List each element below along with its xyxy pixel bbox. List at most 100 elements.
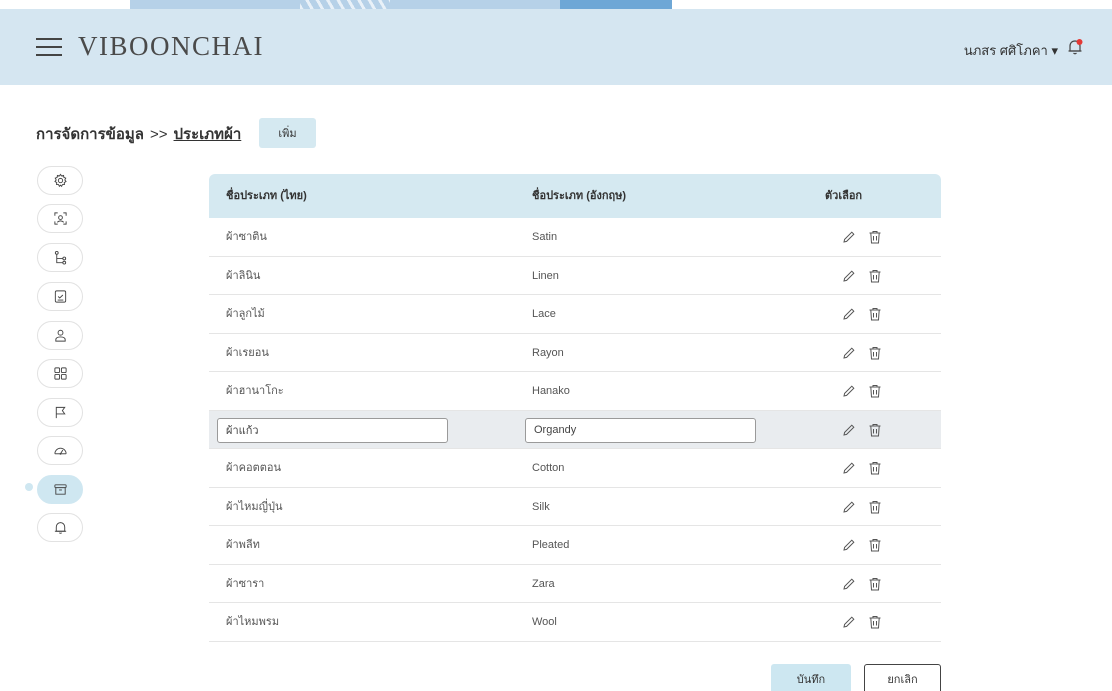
top-header: VIBOONCHAI นภสร ศศิโภคา ▾ [0, 9, 1112, 85]
sidebar-item-gauge[interactable] [37, 436, 83, 465]
save-button[interactable]: บันทึก [771, 664, 851, 691]
delete-trash-icon[interactable] [867, 537, 883, 553]
bell-icon [54, 522, 66, 534]
user-icon [54, 329, 66, 342]
sidebar-item-flag[interactable] [37, 398, 83, 427]
delete-trash-icon[interactable] [867, 460, 883, 476]
breadcrumb-separator: >> [150, 125, 168, 143]
sidebar-item-face-scan[interactable] [37, 204, 83, 233]
breadcrumb-current[interactable]: ประเภทผ้า [174, 122, 242, 146]
notification-dot [1076, 39, 1083, 45]
edit-pencil-icon[interactable] [841, 383, 857, 399]
row-actions [841, 499, 883, 515]
column-header-english-name: ชื่อประเภท (อังกฤษ) [532, 190, 627, 202]
delete-trash-icon[interactable] [867, 422, 883, 438]
cell-thai-name: ผ้าลูกไม้ [226, 308, 265, 320]
row-actions [841, 306, 883, 322]
flag-icon [55, 406, 66, 419]
banner-pattern [300, 0, 390, 9]
cell-english-name: Lace [532, 308, 556, 320]
english-name-input[interactable] [525, 417, 756, 443]
top-banner-strip [0, 0, 1112, 9]
edit-pencil-icon[interactable] [841, 345, 857, 361]
row-actions [841, 576, 883, 592]
row-actions [841, 537, 883, 553]
row-actions [841, 229, 883, 245]
delete-trash-icon[interactable] [867, 306, 883, 322]
delete-trash-icon[interactable] [867, 614, 883, 630]
row-actions [841, 383, 883, 399]
notification-bell-icon[interactable] [1066, 38, 1084, 56]
sidebar-item-settings[interactable] [37, 166, 83, 195]
table-row: ผ้าไหมญี่ปุ่น Silk [209, 488, 941, 526]
sidebar-item-checklist[interactable] [37, 282, 83, 311]
delete-trash-icon[interactable] [867, 499, 883, 515]
user-menu[interactable]: นภสร ศศิโภคา ▾ [964, 40, 1058, 61]
row-actions [841, 345, 883, 361]
add-button[interactable]: เพิ่ม [259, 118, 316, 148]
edit-pencil-icon[interactable] [841, 499, 857, 515]
table-row-editing [209, 410, 941, 449]
row-actions [841, 422, 883, 438]
settings-icon [53, 173, 67, 188]
sidebar-item-grid[interactable] [37, 359, 83, 388]
column-header-thai-name: ชื่อประเภท (ไทย) [226, 190, 307, 202]
table-header: ชื่อประเภท (ไทย) ชื่อประเภท (อังกฤษ) ตัว… [209, 174, 941, 218]
table-row: ผ้าพลีท Pleated [209, 526, 941, 565]
cell-thai-name: ผ้าซาติน [226, 231, 267, 243]
cell-thai-name: ผ้าไหมญี่ปุ่น [226, 500, 283, 513]
row-actions [841, 614, 883, 630]
cell-english-name: Hanako [532, 385, 570, 397]
thai-name-input[interactable] [217, 417, 448, 443]
active-indicator-dot [25, 483, 33, 491]
cell-thai-name: ผ้าพลีท [226, 539, 260, 551]
sidebar-item-archive[interactable] [37, 475, 83, 504]
hamburger-menu-icon[interactable] [36, 37, 62, 57]
cell-thai-name: ผ้าไหมพรม [226, 616, 280, 628]
cell-english-name: Linen [532, 269, 559, 282]
table-row: ผ้าเรยอน Rayon [209, 334, 941, 372]
breadcrumb-root[interactable]: การจัดการข้อมูล [36, 122, 144, 146]
cell-thai-name: ผ้าฮานาโกะ [226, 385, 284, 397]
delete-trash-icon[interactable] [867, 345, 883, 361]
cell-english-name: Pleated [532, 539, 570, 551]
table-body: ผ้าซาติน Satin ผ้าลินิน Linen ผ้าลูกไม้ Lace ผ… [209, 218, 941, 642]
table-row: ผ้าคอตตอน Cotton [209, 449, 941, 488]
fabric-types-table: ชื่อประเภท (ไทย) ชื่อประเภท (อังกฤษ) ตัว… [209, 174, 941, 642]
table-row: ผ้าลูกไม้ Lace [209, 295, 941, 334]
edit-pencil-icon[interactable] [841, 537, 857, 553]
cell-english-name: Cotton [532, 462, 565, 474]
sidebar-item-user[interactable] [37, 321, 83, 350]
edit-pencil-icon[interactable] [841, 460, 857, 476]
edit-pencil-icon[interactable] [841, 306, 857, 322]
cancel-button[interactable]: ยกเลิก [864, 664, 941, 691]
table-row: ผ้าลินิน Linen [209, 257, 941, 295]
table-row: ผ้าซาติน Satin [209, 218, 941, 257]
checklist-icon [54, 290, 66, 303]
brand-logo: VIBOONCHAI [78, 31, 264, 61]
edit-pencil-icon[interactable] [841, 422, 857, 438]
table-row: ผ้าฮานาโกะ Hanako [209, 372, 941, 411]
delete-trash-icon[interactable] [867, 229, 883, 245]
delete-trash-icon[interactable] [867, 576, 883, 592]
sidebar-item-notifications[interactable] [37, 513, 83, 542]
cell-english-name: Wool [532, 616, 557, 628]
cell-thai-name: ผ้าลินิน [226, 269, 261, 282]
face-scan-icon [53, 212, 67, 225]
sidebar-item-hierarchy[interactable] [37, 243, 83, 272]
edit-pencil-icon[interactable] [841, 576, 857, 592]
grid-icon [53, 367, 67, 380]
cell-english-name: Rayon [532, 346, 564, 359]
cell-english-name: Silk [532, 500, 550, 513]
delete-trash-icon[interactable] [867, 268, 883, 284]
row-actions [841, 268, 883, 284]
cell-english-name: Satin [532, 231, 558, 243]
delete-trash-icon[interactable] [867, 383, 883, 399]
edit-pencil-icon[interactable] [841, 614, 857, 630]
table-row: ผ้าซารา Zara [209, 565, 941, 603]
row-actions [841, 460, 883, 476]
banner-block [560, 0, 672, 9]
edit-pencil-icon[interactable] [841, 268, 857, 284]
archive-icon [53, 484, 67, 495]
edit-pencil-icon[interactable] [841, 229, 857, 245]
